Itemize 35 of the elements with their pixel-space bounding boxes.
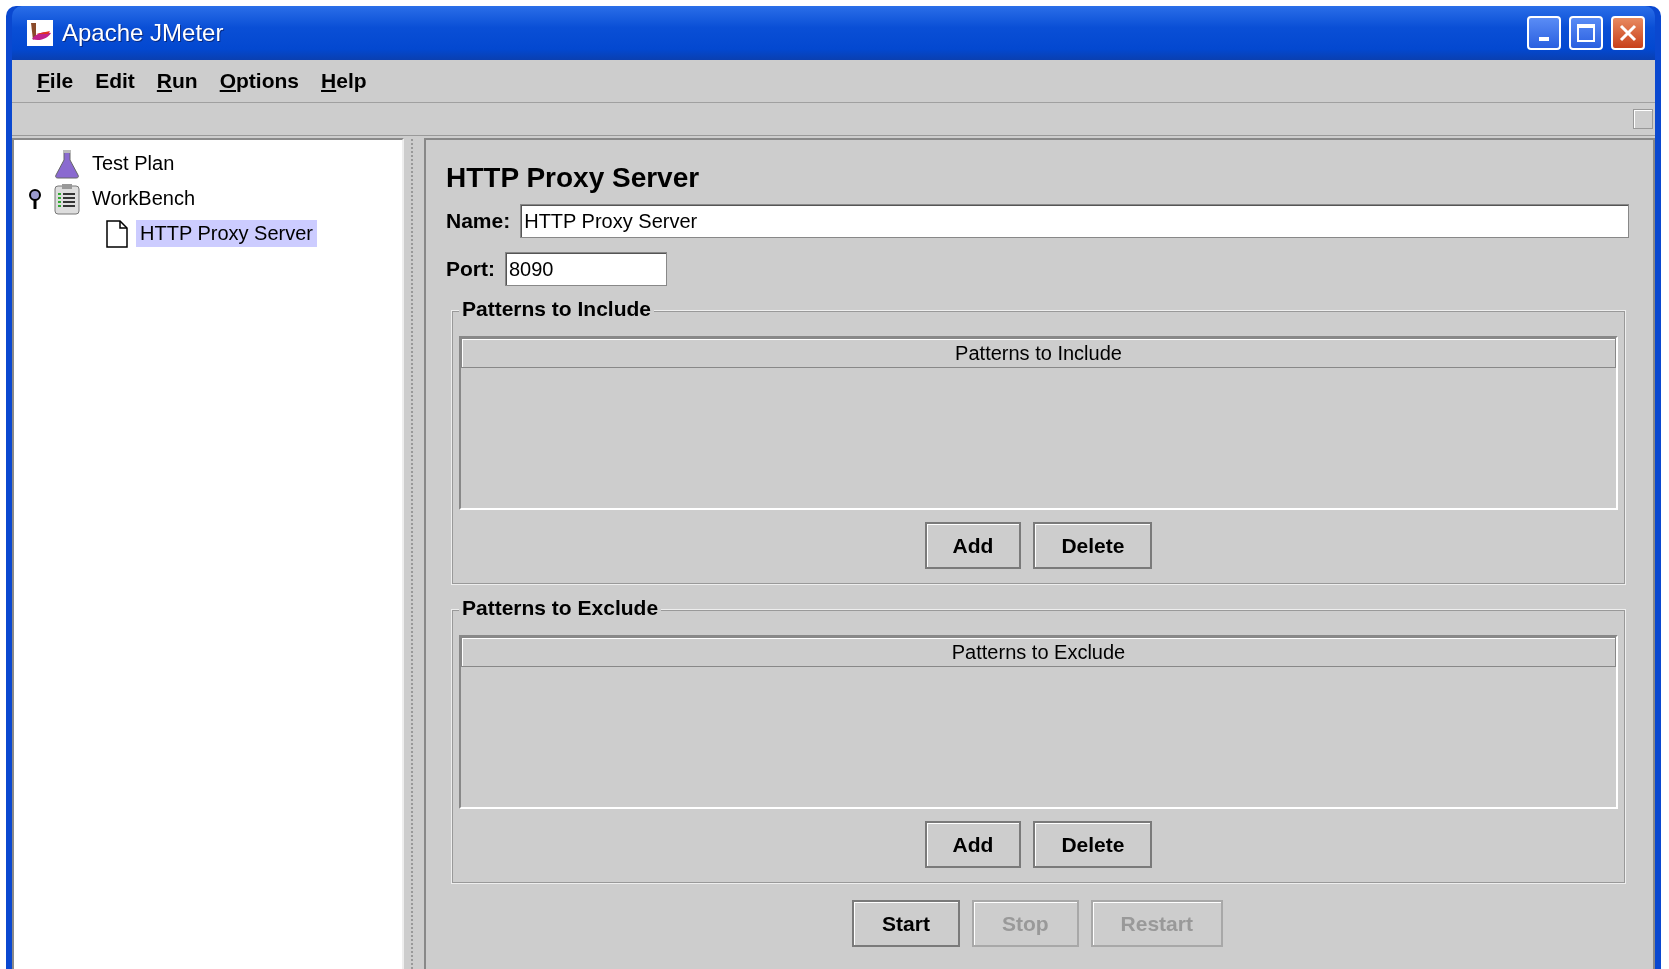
- menu-item[interactable]: Run: [145, 69, 209, 93]
- dialog-button[interactable]: Delete: [1033, 522, 1153, 569]
- field-label: Port:: [446, 257, 495, 281]
- close-icon: [1618, 23, 1638, 43]
- clipboard-icon: [54, 182, 80, 215]
- toolbar-button[interactable]: [1633, 109, 1653, 129]
- dialog-button[interactable]: Delete: [1033, 821, 1153, 868]
- document-icon: [106, 219, 128, 248]
- menu-item[interactable]: File: [26, 69, 85, 93]
- minimize-button[interactable]: [1527, 16, 1561, 50]
- action-button[interactable]: Start: [852, 900, 960, 947]
- patterns-table[interactable]: Patterns to Exclude: [459, 635, 1618, 809]
- minimize-icon: [1539, 37, 1549, 41]
- field-label: Name:: [446, 209, 511, 233]
- tree-item[interactable]: HTTP Proxy Server: [136, 220, 317, 247]
- window-title: Apache JMeter: [62, 19, 225, 47]
- name-field[interactable]: HTTP Proxy Server: [520, 204, 1629, 238]
- close-button[interactable]: [1611, 16, 1645, 50]
- maximize-button[interactable]: [1569, 16, 1603, 50]
- app-logo-icon: [26, 19, 54, 47]
- menu-item[interactable]: Edit: [84, 69, 146, 93]
- expanded-toggle-icon[interactable]: [28, 187, 42, 210]
- panel-title: HTTP Proxy Server: [446, 162, 701, 194]
- tree-item[interactable]: WorkBench: [88, 185, 199, 212]
- dialog-button[interactable]: Add: [924, 522, 1022, 569]
- dialog-button[interactable]: Add: [924, 821, 1022, 868]
- flask-icon: [54, 148, 80, 179]
- patterns-table[interactable]: Patterns to Include: [459, 336, 1618, 510]
- column-header[interactable]: Patterns to Exclude: [461, 637, 1616, 667]
- tree-item[interactable]: Test Plan: [88, 150, 179, 177]
- menu-item[interactable]: Options: [208, 69, 311, 93]
- column-header[interactable]: Patterns to Include: [461, 338, 1616, 368]
- menu-item[interactable]: Help: [310, 69, 378, 93]
- maximize-icon: [1576, 23, 1596, 43]
- port-field[interactable]: 8090: [505, 252, 667, 286]
